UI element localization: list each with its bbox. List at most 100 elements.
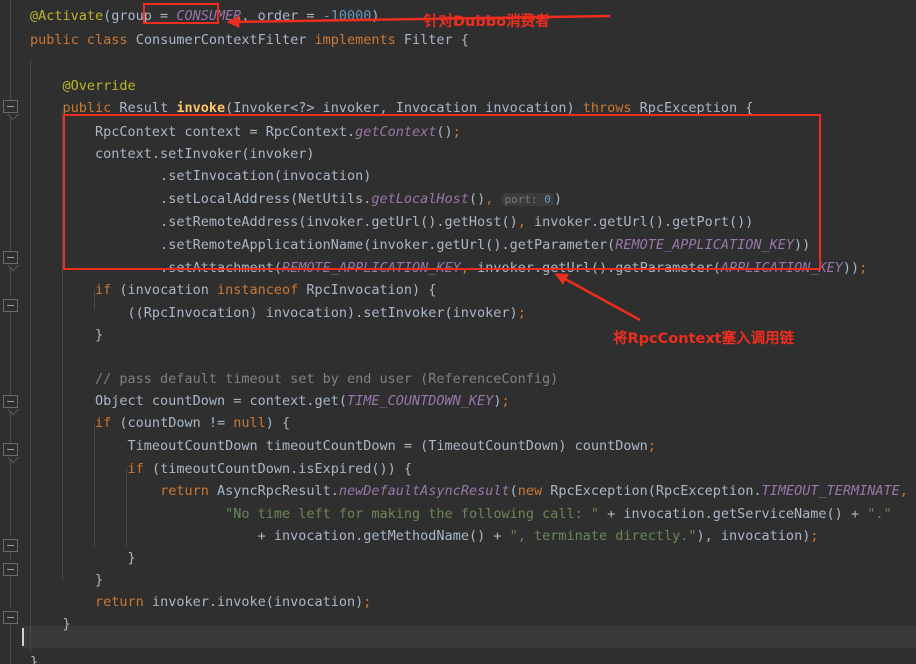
code-token: .setRemoteApplicationName(invoker.getUrl… [160,237,615,253]
code-token: invoker.getUrl().getParameter( [469,260,721,276]
code-token: )) [794,237,810,253]
code-line[interactable]: return invoker.invoke(invocation); [95,590,371,614]
code-line[interactable]: } [128,546,136,570]
code-token: } [30,654,38,664]
code-token: -10000 [323,8,372,24]
code-token: if [128,461,144,477]
code-token: invoke [176,100,225,116]
code-line[interactable]: if (timeoutCountDown.isExpired()) { [128,457,412,481]
code-line[interactable]: RpcContext context = RpcContext.getConte… [95,120,461,144]
code-token: TIMEOUT_TERMINATE [762,483,900,499]
code-token: RpcException(RpcException. [542,483,761,499]
code-token: CONSUMER [176,8,241,24]
code-token: .setAttachment( [160,260,282,276]
code-line[interactable]: return AsyncRpcResult.newDefaultAsyncRes… [160,479,908,503]
code-token: @Activate [30,8,103,24]
code-line[interactable]: .setAttachment(REMOTE_APPLICATION_KEY, i… [160,256,867,280]
code-token: if [95,415,111,431]
code-token: } [128,550,136,566]
code-token: @Override [63,78,136,94]
code-line[interactable]: @Override [63,74,136,98]
code-token: implements [315,32,396,48]
code-token: invoker.getUrl().getPort()) [526,214,754,230]
code-token: ; [363,594,371,610]
code-line[interactable]: .setLocalAddress(NetUtils.getLocalHost()… [160,187,562,211]
code-line[interactable]: Object countDown = context.get(TIME_COUN… [95,389,510,413]
code-token: ) [371,8,379,24]
code-line[interactable]: } [30,650,38,664]
code-token: "No time left for making the following c… [225,506,599,522]
code-token: () [436,124,452,140]
code-token: return [95,594,144,610]
code-token: .setInvocation(invocation) [160,168,371,184]
code-token: ; [501,393,509,409]
code-line[interactable]: + invocation.getMethodName() + ", termin… [258,524,819,548]
code-line[interactable]: public class ConsumerContextFilter imple… [30,28,469,52]
code-line[interactable]: if (countDown != null) { [95,411,290,435]
code-line[interactable]: context.setInvoker(invoker) [95,142,314,166]
code-token: RpcException { [632,100,754,116]
code-token: new [518,483,542,499]
code-line[interactable]: TimeoutCountDown timeoutCountDown = (Tim… [128,434,656,458]
code-token: (timeoutCountDown.isExpired()) { [144,461,412,477]
code-token: context.setInvoker(invoker) [95,146,314,162]
code-token: , [461,260,469,276]
code-token: + invocation.getMethodName() + [258,528,510,544]
code-token: RpcContext context = RpcContext. [95,124,355,140]
code-line[interactable]: .setRemoteApplicationName(invoker.getUrl… [160,233,810,257]
code-token: .setRemoteAddress(invoker.getUrl().getHo… [160,214,518,230]
code-token: // pass default timeout set by end user … [95,371,558,387]
code-token: ) { [266,415,290,431]
code-line[interactable]: } [63,612,71,636]
code-token: } [63,616,71,632]
code-line[interactable]: public Result invoke(Invoker<?> invoker,… [63,96,754,120]
code-line[interactable]: } [95,323,103,347]
code-token: ", terminate directly." [510,528,697,544]
code-token: , [900,483,908,499]
code-token: ConsumerContextFilter [128,32,315,48]
code-token: class [87,32,128,48]
code-token: return [160,483,209,499]
code-token: (Invoker<?> invoker, Invocation invocati… [225,100,583,116]
code-token: invoker.invoke(invocation) [144,594,363,610]
code-token: (invocation [111,282,217,298]
code-token: () [469,191,485,207]
code-line[interactable]: // pass default timeout set by end user … [95,367,558,391]
label-rpccontext-note: 将RpcContext塞入调用链 [613,327,794,348]
code-line[interactable]: if (invocation instanceof RpcInvocation)… [95,278,436,302]
code-line[interactable]: .setRemoteAddress(invoker.getUrl().getHo… [160,210,753,234]
code-token [79,32,87,48]
code-line[interactable]: } [95,568,103,592]
label-consumer-note: 针对Dubbo消费者 [424,10,550,31]
code-token: ((RpcInvocation) invocation).setInvoker(… [128,305,518,321]
code-line[interactable]: ((RpcInvocation) invocation).setInvoker(… [128,301,526,325]
code-token: REMOTE_APPLICATION_KEY [615,237,794,253]
code-token: ; [810,528,818,544]
code-token: , order = [241,8,322,24]
text-caret [22,628,24,646]
code-token: Filter { [396,32,469,48]
inline-parameter-hint: port: 0 [502,193,554,206]
code-token: if [95,282,111,298]
code-line[interactable]: "No time left for making the following c… [225,502,891,526]
code-token: "." [867,506,891,522]
code-token: TimeoutCountDown timeoutCountDown = (Tim… [128,438,648,454]
code-token: , [518,214,526,230]
code-token: ; [648,438,656,454]
code-token: public [30,32,79,48]
code-token: throws [583,100,632,116]
code-token: newDefaultAsyncResult [339,483,510,499]
code-token: )) [843,260,859,276]
code-token: null [233,415,266,431]
code-token: .setLocalAddress(NetUtils. [160,191,371,207]
code-line[interactable]: @Activate(group = CONSUMER, order = -100… [30,4,380,28]
code-token: ( [510,483,518,499]
code-token: getLocalHost [371,191,469,207]
code-token: APPLICATION_KEY [721,260,843,276]
code-line[interactable]: .setInvocation(invocation) [160,164,371,188]
code-token: + invocation.getServiceName() + [599,506,867,522]
code-token: instanceof [217,282,298,298]
code-token: ), invocation) [697,528,811,544]
code-token: } [95,572,103,588]
code-token: Object countDown = context.get( [95,393,347,409]
